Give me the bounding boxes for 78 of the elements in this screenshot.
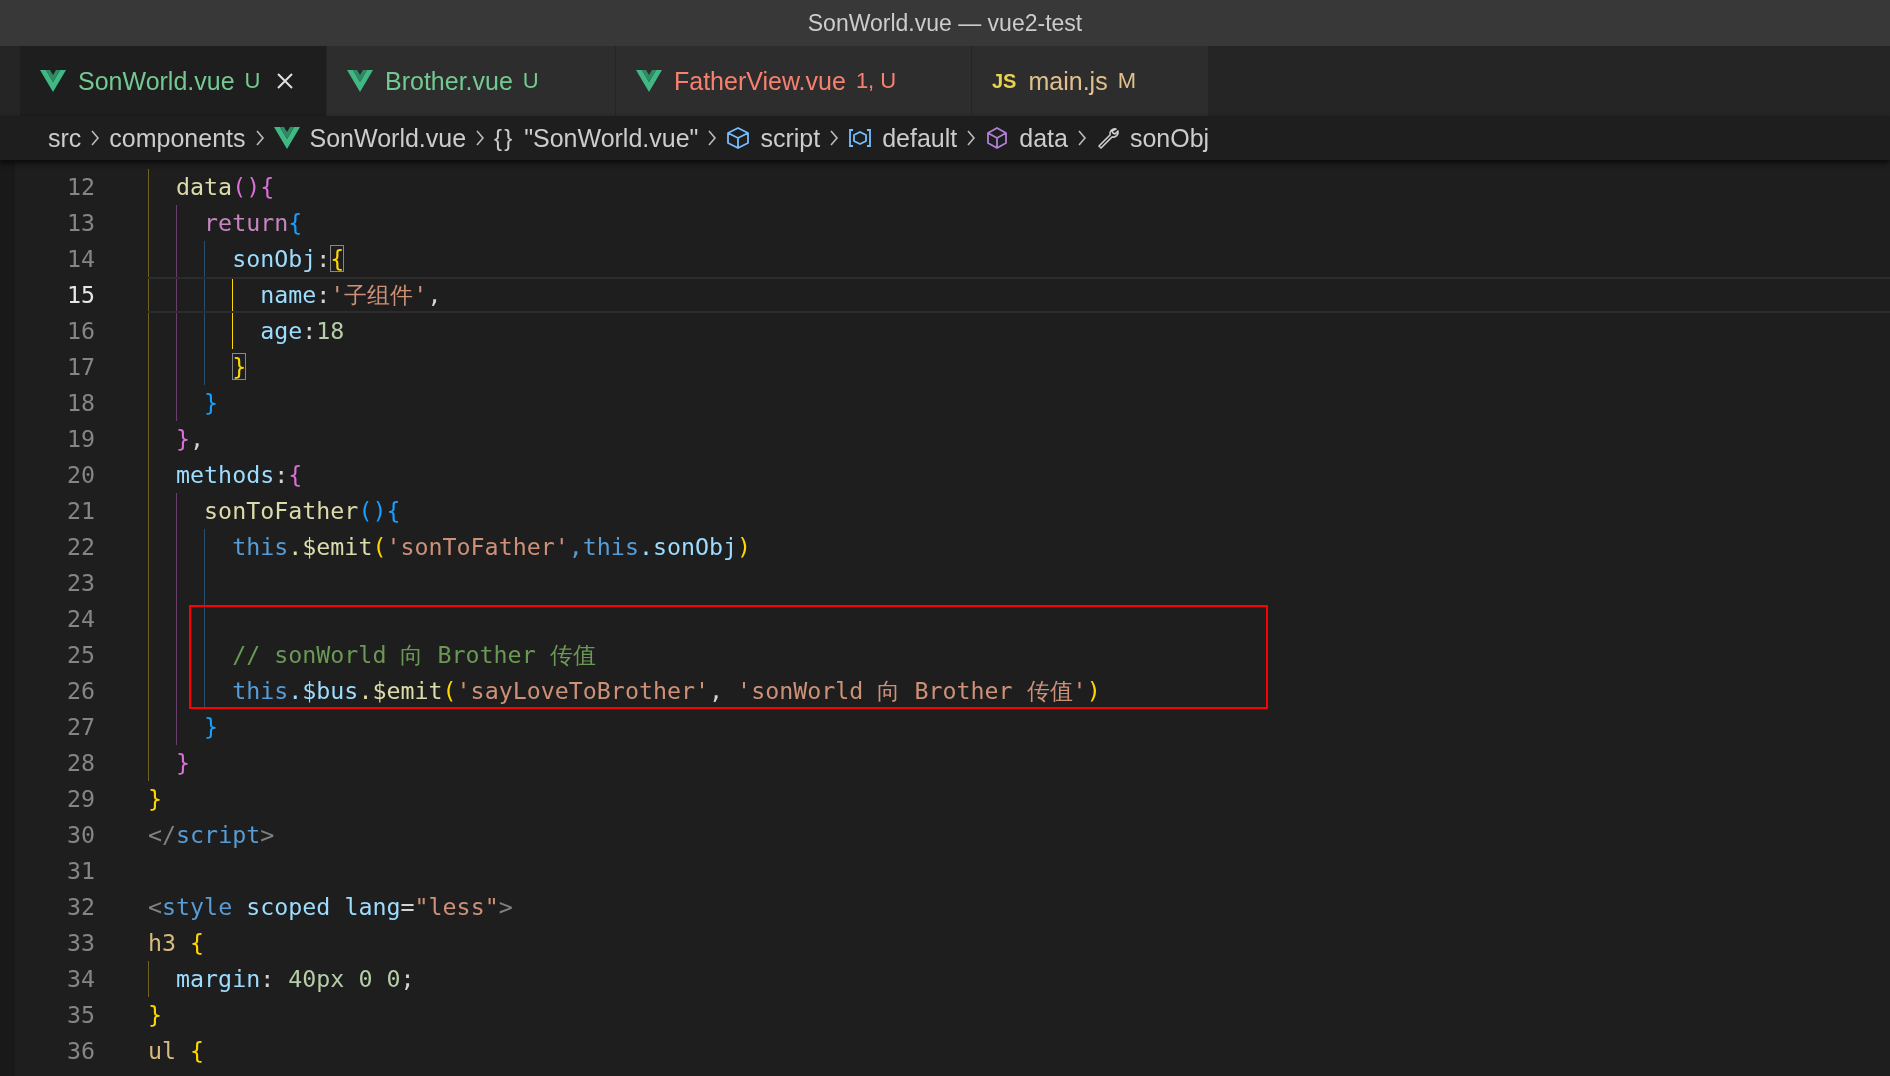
code-line: data(){ [176, 172, 275, 202]
code-line: this.$emit('sonToFather',this.sonObj) [232, 532, 752, 562]
braces-icon: {} [494, 124, 515, 152]
cube-icon [726, 126, 751, 150]
code-line: sonObj:{ [232, 244, 345, 274]
cube-icon [985, 126, 1010, 150]
js-icon: JS [992, 69, 1017, 93]
editor-tab[interactable]: SonWorld.vue U [20, 46, 327, 116]
editor-tab[interactable]: Brother.vue U [327, 46, 616, 116]
breadcrumb-item[interactable]: src [48, 123, 82, 153]
breadcrumb-item[interactable]: components [109, 123, 246, 153]
line-number: 35 [65, 1000, 95, 1030]
breadcrumb-item[interactable]: sonObj [1095, 123, 1210, 153]
wrench-icon [1095, 126, 1120, 150]
code-comment: // sonWorld 向 Brother 传值 [232, 640, 596, 670]
line-number: 31 [65, 856, 95, 886]
line-number: 24 [65, 604, 95, 634]
code-line: margin: 40px 0 0; [176, 964, 415, 994]
breadcrumb-item[interactable]: {} "SonWorld.vue" [494, 123, 699, 153]
line-number: 19 [65, 424, 95, 454]
line-number: 36 [65, 1036, 95, 1066]
line-number: 30 [65, 820, 95, 850]
line-number: 20 [65, 460, 95, 490]
code-line: } [176, 748, 191, 778]
bracket-cube-icon [848, 126, 873, 150]
breadcrumb-item[interactable]: script [726, 123, 821, 153]
line-number: 15 [65, 280, 95, 310]
editor-tab[interactable]: JS main.js M [972, 46, 1209, 116]
code-line: } [204, 388, 219, 418]
code-line: methods:{ [176, 460, 303, 490]
line-number: 26 [65, 676, 95, 706]
code-line: } [204, 712, 219, 742]
line-number: 22 [65, 532, 95, 562]
code-line: age:18 [260, 316, 345, 346]
chevron-icon [253, 128, 266, 148]
editor-tab[interactable]: FatherView.vue 1, U [616, 46, 972, 116]
line-number: 29 [65, 784, 95, 814]
window-title: SonWorld.vue — vue2-test [807, 9, 1083, 37]
line-number: 17 [65, 352, 95, 382]
close-icon[interactable] [276, 72, 295, 90]
chevron-icon [474, 128, 487, 148]
code-line: this.$bus.$emit('sayLoveToBrother', 'sonWorld 向 Brother 传值') [232, 676, 1101, 706]
breadcrumb-item[interactable]: data [985, 123, 1068, 153]
chevron-icon [89, 128, 102, 148]
line-number: 16 [65, 316, 95, 346]
code-line: <style scoped lang="less"> [148, 892, 513, 922]
line-number: 14 [65, 244, 95, 274]
code-line: }, [176, 424, 205, 454]
line-number: 25 [65, 640, 95, 670]
chevron-icon [828, 128, 841, 148]
chevron-icon [1075, 128, 1088, 148]
code-line: h3 { [148, 928, 205, 958]
code-line: name:'子组件', [260, 280, 442, 310]
code-line: return{ [204, 208, 303, 238]
vue-icon [40, 70, 66, 92]
line-number: 27 [65, 712, 95, 742]
line-number: 12 [65, 172, 95, 202]
breadcrumb-item[interactable]: SonWorld.vue [273, 123, 467, 153]
code-line: </script> [148, 820, 275, 850]
line-number: 13 [65, 208, 95, 238]
code-line: } [232, 352, 247, 382]
breadcrumb-item[interactable]: default [848, 123, 958, 153]
code-line: sonToFather(){ [204, 496, 401, 526]
line-number: 21 [65, 496, 95, 526]
line-number: 34 [65, 964, 95, 994]
chevron-icon [965, 128, 978, 148]
chevron-icon [706, 128, 719, 148]
line-number: 32 [65, 892, 95, 922]
code-line: ul { [148, 1036, 205, 1066]
line-number: 33 [65, 928, 95, 958]
line-number: 23 [65, 568, 95, 598]
vue-icon [347, 70, 373, 92]
vue-icon [636, 70, 662, 92]
code-line: } [148, 784, 163, 814]
line-number: 18 [65, 388, 95, 418]
vue-icon [273, 127, 300, 149]
line-number: 28 [65, 748, 95, 778]
code-line: } [148, 1000, 163, 1030]
